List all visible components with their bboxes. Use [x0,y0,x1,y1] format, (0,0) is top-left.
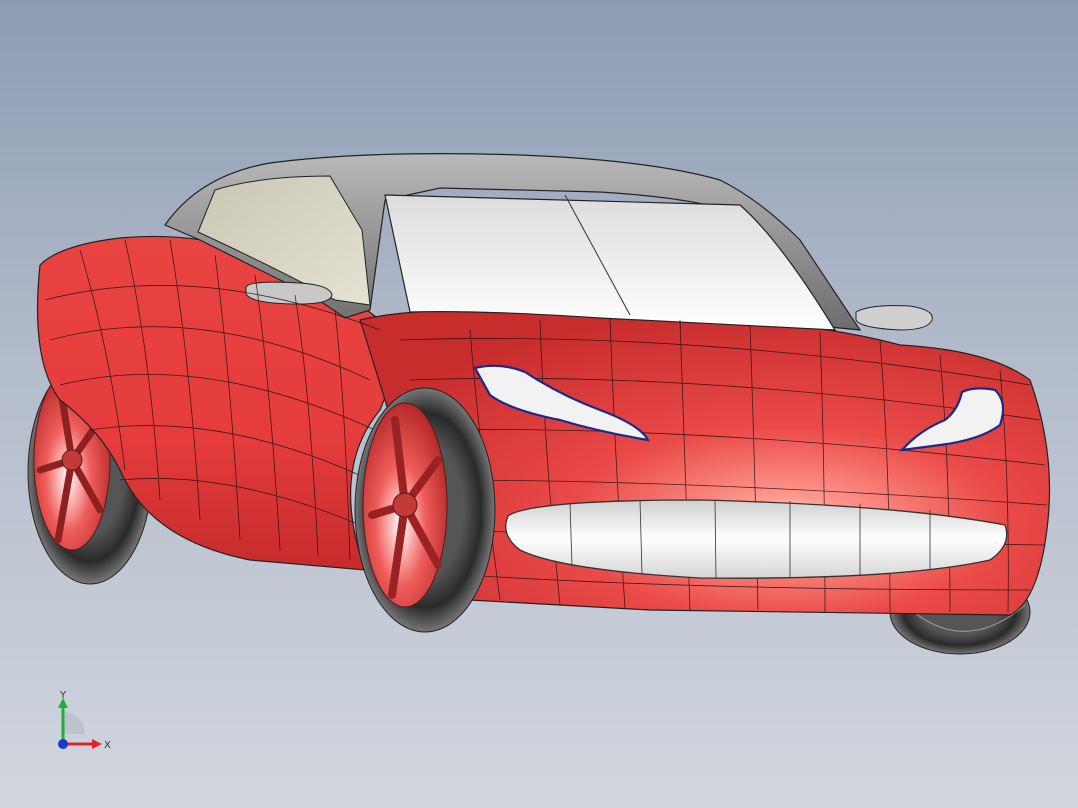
y-axis-label: Y [59,690,67,701]
left-mirror [245,281,333,305]
z-axis-dot [58,739,68,749]
coordinate-triad: Y X [58,690,111,751]
car-body [36,153,1051,616]
x-axis-label: X [104,740,111,751]
front-left-wheel [354,387,496,633]
right-mirror [855,305,933,331]
graphics-viewport[interactable]: Y X [0,0,1078,808]
car-3d-model[interactable] [0,0,1078,808]
